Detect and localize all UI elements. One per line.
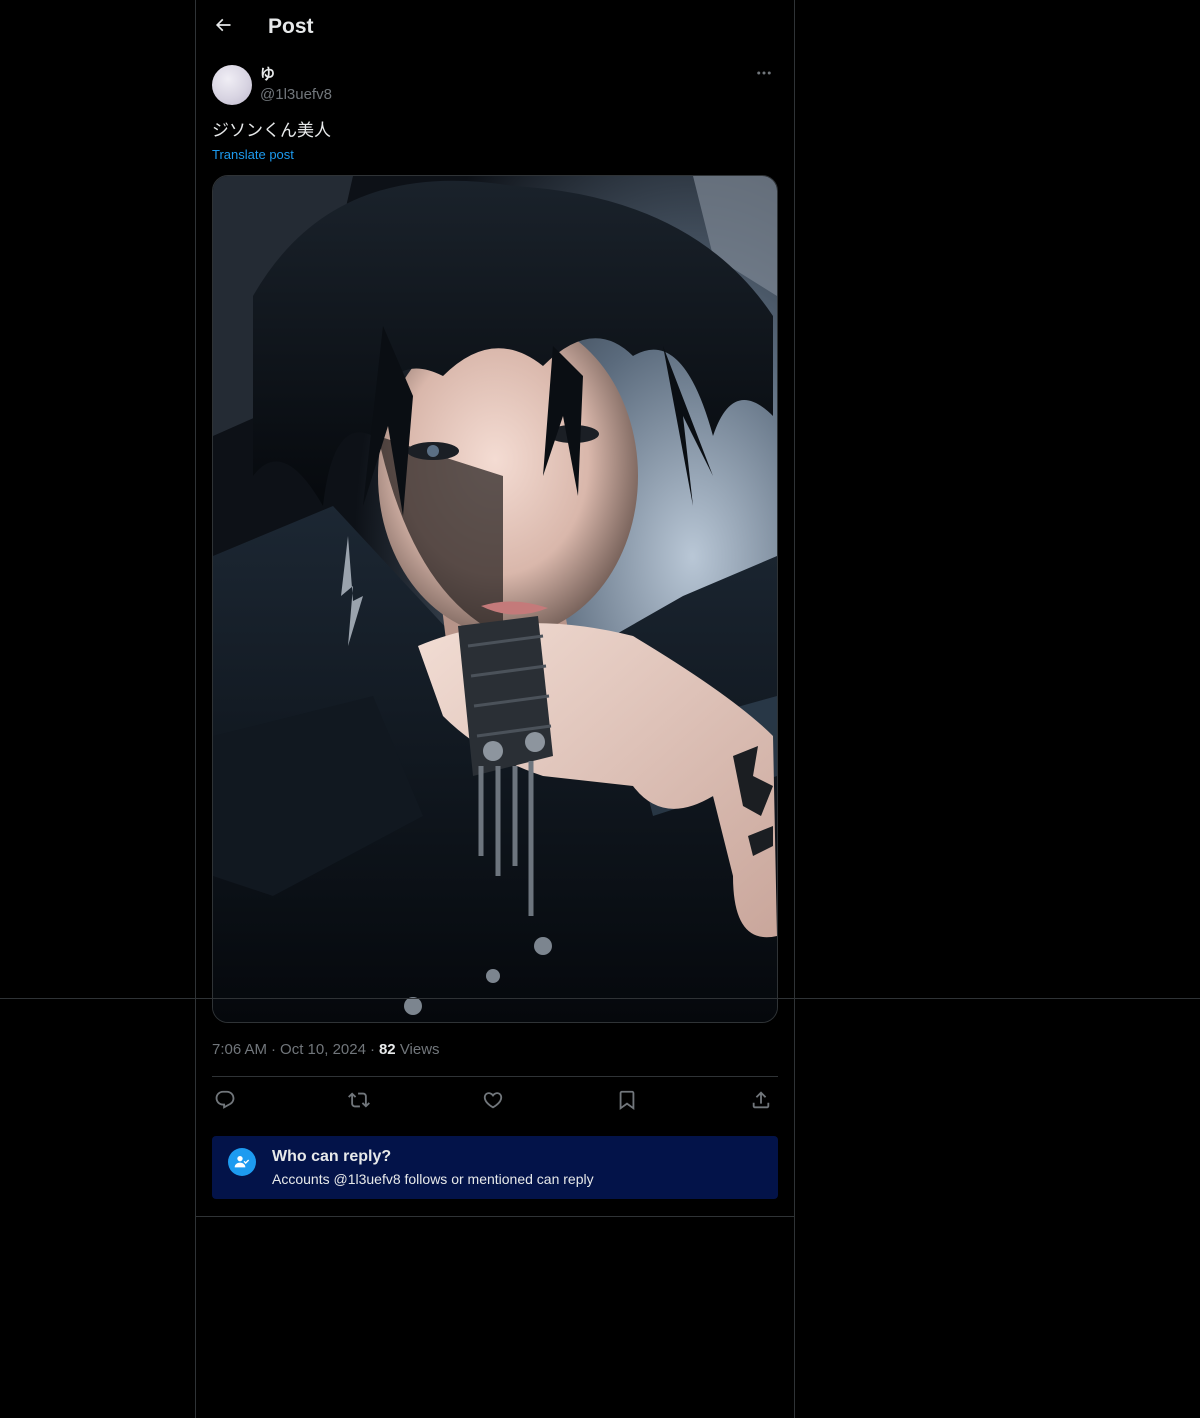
arrow-left-icon xyxy=(213,15,233,40)
divider xyxy=(196,1216,794,1217)
views-count: 82 xyxy=(378,1041,396,1058)
post-actions-bar xyxy=(212,1076,778,1127)
post-author: ゆ @1l3uefv8 xyxy=(212,64,778,106)
reply-icon xyxy=(214,1089,236,1116)
page-title: Post xyxy=(268,15,314,38)
post-time[interactable]: 7:06 AM xyxy=(212,1041,267,1058)
repost-icon xyxy=(348,1089,370,1116)
photo-illustration xyxy=(213,176,777,1022)
primary-column: Post ゆ @1l3uefv8 ジソンくん美人 Translate post xyxy=(195,0,795,1418)
like-button[interactable] xyxy=(480,1089,506,1115)
back-button[interactable] xyxy=(206,10,240,44)
who-can-reply-description: Accounts @1l3uefv8 follows or mentioned … xyxy=(272,1171,594,1187)
page-header: Post xyxy=(196,0,794,54)
post-metadata: 7:06 AM · Oct 10, 2024 · 82 Views xyxy=(212,1040,440,1060)
author-display-name[interactable]: ゆ xyxy=(260,65,275,85)
more-options-button[interactable] xyxy=(752,64,776,86)
repost-button[interactable] xyxy=(346,1089,372,1115)
heart-icon xyxy=(482,1089,504,1116)
who-can-reply-card: Who can reply? Accounts @1l3uefv8 follow… xyxy=(212,1136,778,1199)
person-check-icon xyxy=(228,1148,256,1176)
divider xyxy=(0,998,1200,999)
bookmark-icon xyxy=(616,1089,638,1116)
reply-button[interactable] xyxy=(212,1089,238,1115)
post-text: ジソンくん美人 xyxy=(212,121,331,140)
share-icon xyxy=(750,1089,772,1116)
share-button[interactable] xyxy=(748,1089,774,1115)
who-can-reply-title: Who can reply? xyxy=(272,1148,392,1165)
post-photo[interactable] xyxy=(212,175,778,1023)
avatar[interactable] xyxy=(212,65,252,105)
meta-separator: · xyxy=(369,1041,375,1058)
post-date[interactable]: Oct 10, 2024 xyxy=(280,1041,366,1058)
meta-separator: · xyxy=(271,1041,277,1058)
translate-post-link[interactable]: Translate post xyxy=(212,146,294,164)
bookmark-button[interactable] xyxy=(614,1089,640,1115)
author-handle[interactable]: @1l3uefv8 xyxy=(260,85,332,105)
views-label: Views xyxy=(399,1041,440,1058)
more-icon xyxy=(755,64,773,87)
